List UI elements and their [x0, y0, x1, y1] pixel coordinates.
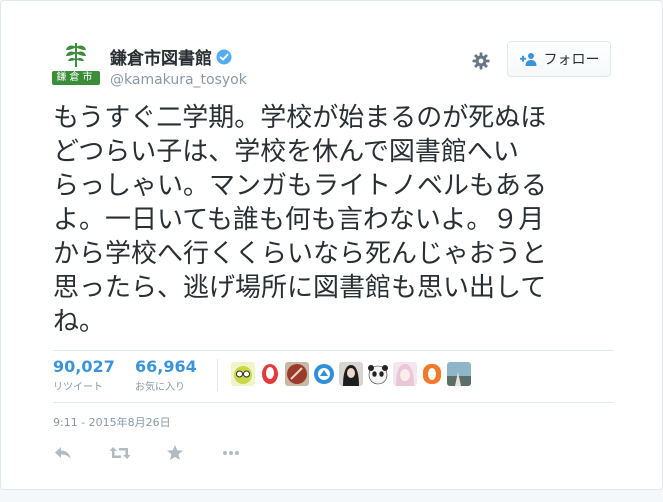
- favoriter-avatar[interactable]: [231, 362, 255, 386]
- tweet-timestamp[interactable]: 9:11 - 2015年8月26日: [53, 414, 171, 430]
- favoriter-avatar[interactable]: [366, 362, 390, 386]
- favorite-button[interactable]: [165, 443, 221, 463]
- favoriter-avatar[interactable]: [258, 362, 282, 386]
- tweet-actions: [53, 443, 277, 463]
- leaf-logo-icon: [66, 43, 86, 67]
- favoriter-avatar[interactable]: [393, 362, 417, 386]
- star-icon: [167, 445, 183, 460]
- retweet-count[interactable]: 90,027: [53, 357, 115, 376]
- verified-badge-icon: [216, 49, 232, 64]
- person-add-icon: [519, 53, 536, 66]
- retweet-button[interactable]: [109, 443, 165, 463]
- reply-button[interactable]: [53, 443, 109, 463]
- favoriter-avatar[interactable]: [339, 362, 363, 386]
- retweet-icon: [109, 447, 131, 459]
- stats-divider-top: [53, 350, 613, 351]
- stats-separator: [217, 359, 218, 391]
- favorite-label: お気に入り: [135, 382, 185, 393]
- favoriter-avatars: [231, 362, 471, 386]
- display-name-row[interactable]: 鎌倉市図書館: [110, 44, 232, 69]
- favoriter-avatar[interactable]: [312, 362, 336, 386]
- gear-icon[interactable]: [471, 51, 491, 71]
- more-icon: [223, 451, 239, 455]
- more-button[interactable]: [221, 443, 277, 463]
- follow-button[interactable]: フォロー: [507, 41, 611, 77]
- tweet-text: もうすぐ二学期。学校が始まるのが死ぬほ どつらい子は、学校を休んで図書館へい ら…: [53, 103, 548, 337]
- favoriter-avatar[interactable]: [420, 362, 444, 386]
- tweet-card: 鎌倉市 鎌倉市図書館 @kamakura_tosyok フォロー もうすぐ二学期…: [0, 0, 663, 490]
- retweet-label: リツイート: [53, 382, 103, 393]
- avatar-seal-text: 鎌倉市: [52, 71, 100, 85]
- favorite-count[interactable]: 66,964: [135, 357, 197, 376]
- avatar[interactable]: 鎌倉市: [52, 39, 100, 87]
- account-names: 鎌倉市図書館 @kamakura_tosyok: [110, 44, 247, 88]
- display-name[interactable]: 鎌倉市図書館: [110, 44, 212, 69]
- screen-name[interactable]: @kamakura_tosyok: [110, 72, 247, 88]
- stats-divider-bottom: [53, 402, 613, 403]
- favoriter-avatar[interactable]: [447, 362, 471, 386]
- retweet-stat[interactable]: 90,027 リツイート: [53, 357, 115, 393]
- favorite-stat[interactable]: 66,964 お気に入り: [135, 357, 197, 393]
- reply-icon: [55, 447, 71, 459]
- follow-button-label: フォロー: [543, 52, 600, 68]
- favoriter-avatar[interactable]: [285, 362, 309, 386]
